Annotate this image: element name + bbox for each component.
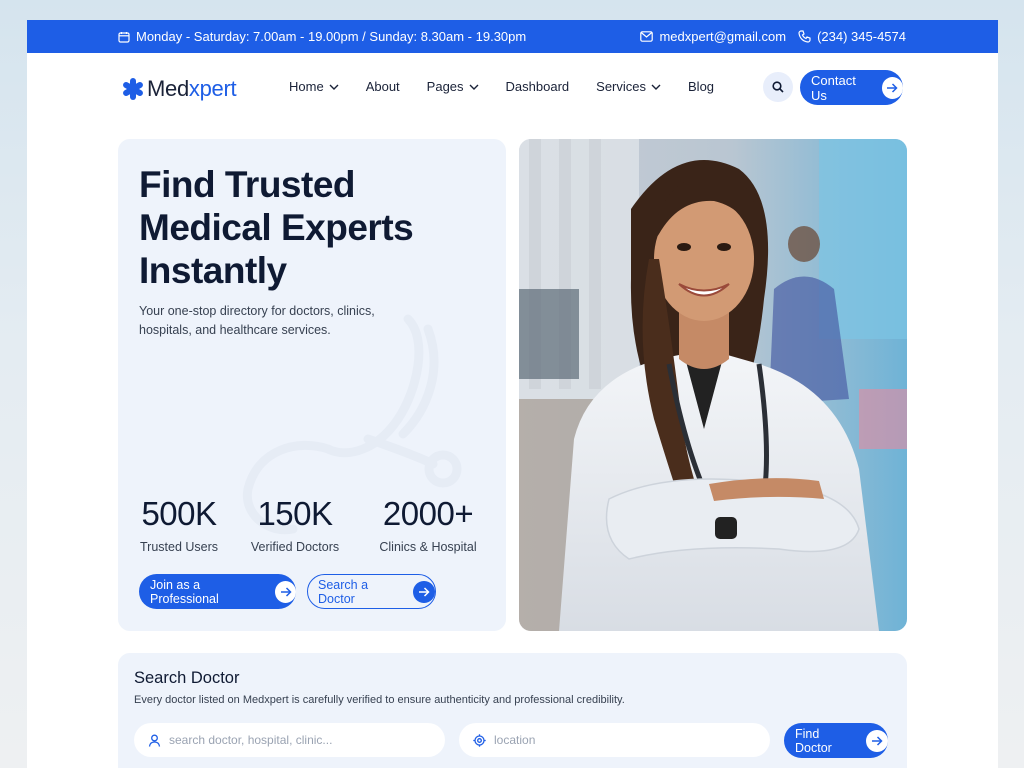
chevron-down-icon (469, 84, 479, 90)
doctor-search-input[interactable] (169, 733, 419, 747)
stat-trusted-users: 500K Trusted Users (139, 495, 219, 554)
arrow-right-icon (881, 76, 903, 99)
hero-title-line: Instantly (139, 250, 287, 291)
opening-hours-text: Monday - Saturday: 7.00am - 19.00pm / Su… (136, 29, 527, 44)
mail-icon (640, 31, 654, 42)
stat-value: 500K (141, 495, 217, 532)
doctor-illustration (519, 139, 907, 631)
opening-hours: Monday - Saturday: 7.00am - 19.00pm / Su… (118, 29, 526, 44)
hero-buttons: Join as a Professional Search a Doctor (139, 574, 436, 609)
search-doctor-label: Search a Doctor (318, 577, 369, 606)
join-professional-label: Join as a Professional (150, 577, 219, 606)
stat-label: Trusted Users (139, 540, 219, 554)
top-info-bar: Monday - Saturday: 7.00am - 19.00pm / Su… (27, 20, 998, 53)
stat-clinics-hospitals: 2000+ Clinics & Hospital (373, 495, 483, 554)
brand-name-part1: Med (147, 76, 189, 101)
phone-icon (798, 30, 811, 43)
nav-item-label: Home (289, 79, 324, 94)
email-text[interactable]: medxpert@gmail.com (659, 29, 786, 44)
stat-value: 150K (257, 495, 333, 532)
arrow-right-icon (413, 580, 435, 603)
doctor-photo (519, 139, 907, 631)
nav-item-home[interactable]: Home (289, 79, 339, 94)
nav-item-label: Blog (688, 79, 715, 94)
search-doctor-panel: Search Doctor Every doctor listed on Med… (118, 653, 907, 768)
hero-intro-card: Find Trusted Medical Experts Instantly Y… (118, 139, 506, 631)
phone-contact[interactable]: (234) 345-4574 (798, 29, 906, 44)
nav-item-label: Dashboard (505, 79, 570, 94)
find-doctor-button[interactable]: Find Doctor (784, 723, 888, 758)
stat-label: Clinics & Hospital (379, 540, 477, 554)
hero-title: Find Trusted Medical Experts Instantly (139, 163, 479, 292)
main-navigation: Medxpert Home About Pages Dashboard Serv… (27, 70, 998, 105)
nav-item-services[interactable]: Services (596, 79, 661, 94)
nav-item-label: About (365, 79, 400, 94)
stat-value: 2000+ (382, 495, 474, 532)
search-icon (772, 81, 784, 93)
nav-item-label: Pages (426, 79, 464, 94)
search-button[interactable] (763, 72, 793, 102)
contact-us-button[interactable]: Contact Us (800, 70, 903, 105)
contact-us-label: Contact Us (811, 72, 856, 103)
nav-menu: Home About Pages Dashboard Services Blog (289, 79, 741, 94)
calendar-clock-icon (118, 31, 130, 43)
brand-logo[interactable]: Medxpert (122, 76, 237, 102)
stat-label: Verified Doctors (250, 540, 340, 554)
location-target-icon (473, 733, 486, 747)
location-input[interactable] (494, 733, 744, 747)
find-doctor-label: Find Doctor (795, 726, 832, 755)
arrow-right-icon (275, 580, 296, 603)
arrow-right-icon (866, 729, 888, 752)
page-frame: Monday - Saturday: 7.00am - 19.00pm / Su… (27, 20, 998, 768)
phone-text[interactable]: (234) 345-4574 (817, 29, 906, 44)
hero-title-line: Find Trusted (139, 164, 356, 205)
chevron-down-icon (651, 84, 661, 90)
search-doctor-button[interactable]: Search a Doctor (307, 574, 436, 609)
nav-item-pages[interactable]: Pages (427, 79, 479, 94)
hero-title-line: Medical Experts (139, 207, 414, 248)
nav-item-dashboard[interactable]: Dashboard (506, 79, 570, 94)
chevron-down-icon (329, 84, 339, 90)
search-panel-title: Search Doctor (134, 669, 240, 687)
email-contact[interactable]: medxpert@gmail.com (640, 29, 786, 44)
search-panel-description: Every doctor listed on Medxpert is caref… (134, 694, 625, 706)
hero-subtitle: Your one-stop directory for doctors, cli… (139, 304, 375, 337)
stats-row: 500K Trusted Users 150K Verified Doctors… (139, 495, 483, 554)
nav-item-label: Services (596, 79, 647, 94)
medical-asterisk-icon (123, 78, 143, 100)
location-field[interactable] (459, 723, 770, 757)
nav-item-blog[interactable]: Blog (688, 79, 714, 94)
nav-item-about[interactable]: About (366, 79, 400, 94)
brand-name: Medxpert (147, 76, 237, 102)
brand-name-part2: xpert (188, 76, 237, 101)
user-icon (148, 734, 161, 747)
stat-verified-doctors: 150K Verified Doctors (233, 495, 357, 554)
join-professional-button[interactable]: Join as a Professional (139, 574, 296, 609)
doctor-search-field[interactable] (134, 723, 445, 757)
